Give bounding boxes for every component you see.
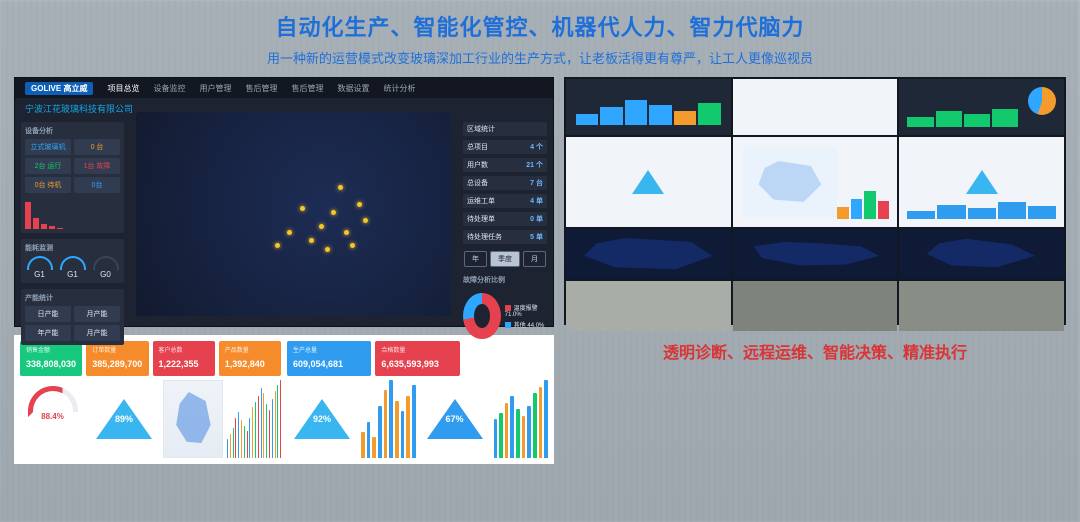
bottom-tagline: 透明诊断、远程运维、智能决策、精准执行 [564, 339, 1066, 363]
china-map[interactable] [136, 112, 451, 316]
wall-cell [899, 79, 1064, 135]
wall-map-cell [733, 229, 898, 279]
nav-item-1[interactable]: 设备监控 [153, 83, 185, 94]
chip: 1台 故障 [74, 158, 120, 174]
camera-feed [733, 281, 898, 331]
kpi-row: 待处理单0 单 [463, 212, 547, 226]
block-title: 能耗监测 [25, 243, 120, 253]
prod-bar-chart-2 [494, 380, 549, 458]
white-dashboard-row: 销售金额338,808,030 订单数量385,289,700 客户总数1,22… [14, 335, 554, 464]
device-analysis-block: 设备分析 立式玻璃机 0 台 2台 运行 1台 故障 0台 待机 0台 [21, 122, 124, 233]
chip: 0 台 [74, 139, 120, 155]
nav-item-4[interactable]: 售后管理 [291, 83, 323, 94]
gauge-label: G1 [58, 270, 87, 279]
headline: 自动化生产、智能化管控、机器代人力、智力代脑力 [0, 0, 1080, 42]
pie-legend: 温度报警 71.0% 其他 44.0% [505, 303, 547, 329]
stat-tile: 产品数量1,392,840 [219, 341, 281, 376]
chip: 0台 待机 [25, 177, 71, 193]
kpi-row: 总设备7 台 [463, 176, 547, 190]
nav-item-overview[interactable]: 项目总览 [107, 83, 139, 94]
gauge-label: G1 [25, 270, 54, 279]
prod-triangle-1: 92% [287, 380, 357, 458]
stat-tile: 销售金额338,808,030 [20, 341, 82, 376]
wall-cell [733, 79, 898, 135]
wall-map-cell [899, 229, 1064, 279]
stat-tile: 订单数量385,289,700 [86, 341, 148, 376]
chip: 0台 [74, 177, 120, 193]
sales-card: 销售金额338,808,030 订单数量385,289,700 客户总数1,22… [20, 341, 281, 458]
camera-feed [566, 281, 731, 331]
tab[interactable]: 日产能 [25, 306, 71, 322]
wall-map-cell [566, 229, 731, 279]
mini-bar-chart [25, 195, 120, 229]
chip: 立式玻璃机 [25, 139, 71, 155]
capacity-block: 产能统计 日产能 月产能 年产能 月产能 [21, 289, 124, 345]
tab[interactable]: 月产能 [74, 306, 120, 322]
nav-item-5[interactable]: 数据设置 [337, 83, 369, 94]
region-header: 区域统计 [463, 122, 547, 136]
nav-item-3[interactable]: 售后管理 [245, 83, 277, 94]
dark-dashboard: GOLIVE 高立威 项目总览 设备监控 用户管理 售后管理 售后管理 数据设置… [14, 77, 554, 327]
wall-cell [566, 137, 731, 227]
stat-tile: 生产总量609,054,681 [287, 341, 371, 376]
block-title: 产能统计 [25, 293, 120, 303]
nav-item-6[interactable]: 统计分析 [383, 83, 415, 94]
kpi-row: 运维工单4 单 [463, 194, 547, 208]
kpi-row: 用户数21 个 [463, 158, 547, 172]
period-year[interactable]: 年 [464, 251, 487, 267]
mini-china-map [163, 380, 223, 458]
kpi-row: 待处理任务5 单 [463, 230, 547, 244]
tab[interactable]: 年产能 [25, 325, 71, 341]
prod-bar-chart-1 [361, 380, 416, 458]
wall-cell [733, 137, 898, 227]
brand-logo: GOLIVE 高立威 [25, 82, 93, 95]
block-title: 设备分析 [25, 126, 120, 136]
project-title: 宁波江花玻璃科技有限公司 [25, 102, 133, 115]
subheadline: 用一种新的运营模式改变玻璃深加工行业的生产方式，让老板活得更有尊严，让工人更像巡… [0, 48, 1080, 67]
chip: 2台 运行 [25, 158, 71, 174]
gauge-label: G0 [91, 270, 120, 279]
camera-feed [899, 281, 1064, 331]
wall-cell [899, 137, 1064, 227]
kpi-row: 总项目4 个 [463, 140, 547, 154]
sales-triangle: 89% [89, 380, 159, 458]
nav-item-2[interactable]: 用户管理 [199, 83, 231, 94]
period-month[interactable]: 月 [523, 251, 546, 267]
production-card: 生产总量609,054,681 合格数量6,635,593,993 92% 67… [287, 341, 548, 458]
stat-tile: 合格数量6,635,593,993 [375, 341, 459, 376]
sales-gauge: 88.4% [20, 380, 85, 458]
fault-pie-chart [463, 293, 501, 339]
period-quarter[interactable]: 季度 [490, 251, 520, 267]
tab[interactable]: 月产能 [74, 325, 120, 341]
prod-triangle-2: 67% [420, 380, 490, 458]
wall-cell [566, 79, 731, 135]
energy-block: 能耗监测 G1 G1 G0 [21, 239, 124, 283]
dashboard-topnav: GOLIVE 高立威 项目总览 设备监控 用户管理 售后管理 售后管理 数据设置… [15, 78, 553, 98]
pie-title: 故障分析比例 [463, 275, 547, 285]
video-wall [564, 77, 1066, 325]
stat-tile: 客户总数1,222,355 [153, 341, 215, 376]
sales-bar-chart [227, 380, 281, 458]
